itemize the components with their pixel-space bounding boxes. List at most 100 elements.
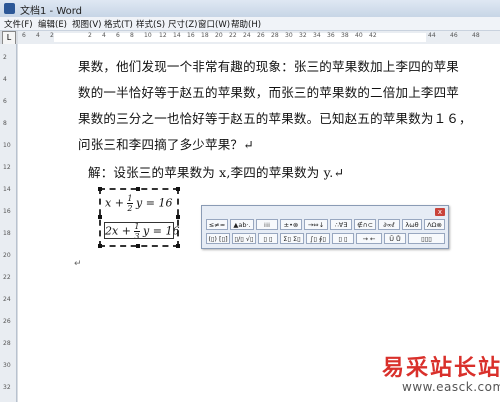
ruler-tick-label: 16 [187,32,195,39]
vruler-tick-label: 28 [3,340,11,347]
menu-style[interactable]: 样式(S) [136,18,165,30]
ruler-tick-label: 10 [144,32,152,39]
equation-line-1: x + 12 y = 16 [105,194,172,213]
paragraph-mark: ↵ [74,259,82,269]
fraction-radical-button[interactable]: ▯/▯ √▯ [232,233,256,244]
ruler-tick-label: 36 [327,32,335,39]
vruler-tick-label: 18 [3,230,11,237]
arrow-templates-button[interactable]: → ← [356,233,382,244]
menu-file[interactable]: 文件(F) [4,18,33,30]
vruler-tick-label: 2 [3,54,7,61]
equation-edit-slot[interactable] [104,222,174,239]
vruler-tick-label: 14 [3,186,11,193]
product-templates-button[interactable]: Ū Ů [384,233,406,244]
ruler-tick-label: 2 [50,32,54,39]
ruler-tick-label: 8 [130,32,134,39]
menu-view[interactable]: 视图(V) [72,18,101,30]
ruler-tick-label: 46 [450,32,458,39]
operator-symbols-button[interactable]: ±•⊗ [280,219,302,230]
vruler-tick-label: 22 [3,274,11,281]
resize-handle[interactable] [98,215,102,219]
greek-uppercase-button[interactable]: ΛΩ⊗ [424,219,445,230]
vertical-ruler[interactable]: 2 4 6 8 10 12 14 16 18 20 22 24 26 28 30… [0,44,17,402]
menu-size[interactable]: 尺寸(Z) [168,18,197,30]
menu-bar: 文件(F) 编辑(E) 视图(V) 格式(T) 样式(S) 尺寸(Z) 窗口(W… [0,17,500,31]
vruler-tick-label: 16 [3,208,11,215]
ruler-tick-label: 30 [285,32,293,39]
ruler-tick-label: 48 [472,32,480,39]
resize-handle[interactable] [136,187,140,191]
document-line: 果数，他们发现一个非常有趣的现象：张三的苹果数加上李四的苹果 [78,59,460,74]
ruler-tick-label: 6 [116,32,120,39]
vruler-tick-label: 8 [3,120,7,127]
eq1-left: x + [105,196,128,210]
resize-handle[interactable] [176,187,180,191]
window-title: 文档1 - Word [20,6,83,17]
eq1-denominator: 2 [127,204,133,213]
vruler-tick-label: 12 [3,164,11,171]
vruler-tick-label: 10 [3,142,11,149]
greek-lowercase-button[interactable]: λωθ [402,219,422,230]
resize-handle[interactable] [98,244,102,248]
resize-handle[interactable] [176,244,180,248]
ruler-tick-label: 44 [428,32,436,39]
ruler-tick-label: 38 [341,32,349,39]
ruler-tick-label: 18 [201,32,209,39]
document-line: 问张三和李四摘了多少苹果？↵ [78,137,254,152]
close-icon[interactable]: x [435,208,445,216]
embellishments-button[interactable]: ⁞⁞⁞ [256,219,278,230]
menu-help[interactable]: 帮助(H) [231,18,261,30]
equation-toolbar[interactable]: x ≤≠≈ ▲ab·. ⁞⁞⁞ ±•⊗ →⇔↓ ∴∀∃ ∉∩⊂ ∂∞ℓ λωθ … [201,205,449,249]
vruler-tick-label: 6 [3,98,7,105]
vruler-tick-label: 24 [3,296,11,303]
resize-handle[interactable] [98,187,102,191]
ruler-tick-label: 4 [36,32,40,39]
subscript-templates-button[interactable]: ▯ ▯ [258,233,278,244]
ruler-tick-label: 14 [173,32,181,39]
tab-stop-selector[interactable]: L [2,31,16,45]
summation-templates-button[interactable]: Σ▯ Σ▯ [280,233,304,244]
ruler-tick-label: 24 [243,32,251,39]
vruler-tick-label: 32 [3,384,11,391]
resize-handle[interactable] [176,215,180,219]
menu-window[interactable]: 窗口(W) [198,18,230,30]
ruler-tick-label: 22 [229,32,237,39]
ruler-tick-label: 42 [369,32,377,39]
arrow-symbols-button[interactable]: →⇔↓ [304,219,328,230]
eq1-fraction: 12 [127,194,133,213]
watermark-url: www.easck.com [402,380,500,394]
horizontal-ruler[interactable]: 6 4 2 2 4 6 8 10 12 14 16 18 20 22 24 26… [18,31,500,45]
vruler-tick-label: 20 [3,252,11,259]
matrix-templates-button[interactable]: ▯▯▯ [408,233,445,244]
fence-templates-button[interactable]: (▯) [▯] [206,233,230,244]
vruler-tick-label: 4 [3,76,7,83]
relation-symbols-button[interactable]: ≤≠≈ [206,219,228,230]
solution-line: 解：设张三的苹果数为 x,李四的苹果数为 y.↵ [88,165,345,180]
ruler-tick-label: 20 [215,32,223,39]
ruler-tick-label: 2 [88,32,92,39]
ruler-tick-label: 6 [22,32,26,39]
ruler-tick-label: 26 [257,32,265,39]
word-app-icon [4,3,15,14]
integral-templates-button[interactable]: ∫▯ ∮▯ [306,233,330,244]
ruler-tick-label: 32 [299,32,307,39]
eq1-right: y = 16 [136,196,173,210]
menu-format[interactable]: 格式(T) [104,18,133,30]
logic-symbols-button[interactable]: ∴∀∃ [330,219,352,230]
document-line: 果数的三分之一也恰好等于赵五的苹果数。已知赵五的苹果数为１６， [78,111,472,126]
set-theory-button[interactable]: ∉∩⊂ [354,219,376,230]
document-line: 数的一半恰好等于赵五的苹果数，而张三的苹果数的二倍加上李四苹 [78,85,460,100]
ruler-tick-label: 28 [271,32,279,39]
menu-edit[interactable]: 编辑(E) [38,18,67,30]
title-bar: 文档1 - Word [0,0,500,18]
ruler-tick-label: 4 [102,32,106,39]
equation-object[interactable]: x + 12 y = 16 2x + 13 y = 16 [98,187,180,248]
spaces-ellipses-button[interactable]: ▲ab·. [230,219,254,230]
misc-symbols-button[interactable]: ∂∞ℓ [378,219,400,230]
eq1-numerator: 1 [127,194,133,204]
bar-templates-button[interactable]: ▯ ▯ [332,233,354,244]
ruler-tick-label: 34 [313,32,321,39]
vruler-tick-label: 30 [3,362,11,369]
vruler-tick-label: 26 [3,318,11,325]
resize-handle[interactable] [136,244,140,248]
